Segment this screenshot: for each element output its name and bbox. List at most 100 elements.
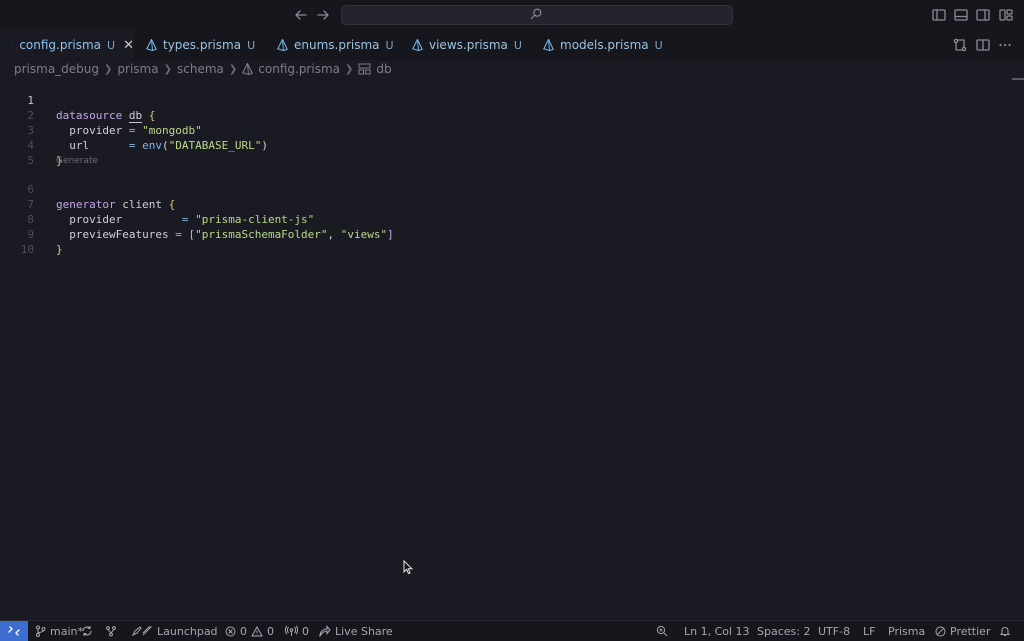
forward-arrow-icon[interactable] [315, 7, 331, 23]
encoding-button[interactable]: UTF-8 [818, 621, 850, 641]
live-share-icon [319, 625, 331, 637]
broadcast-icon [285, 625, 298, 636]
close-icon[interactable]: ✕ [123, 38, 134, 53]
tab-config-prisma[interactable]: config.prisma U ✕ [0, 30, 134, 60]
code-line: 7 provider = "prisma-client-js" [0, 182, 314, 226]
warning-icon [251, 625, 263, 636]
identifier-token: client [122, 198, 162, 211]
breadcrumb-item[interactable]: config.prisma [258, 62, 340, 76]
operator-token: = [181, 213, 189, 226]
comma-token: , [327, 228, 335, 241]
string-token: "prismaSchemaFolder" [195, 228, 328, 241]
open-changes-icon[interactable] [952, 37, 968, 53]
untracked-badge: U [385, 38, 394, 52]
mouse-pointer-icon [403, 560, 413, 575]
status-bar: main* Launchpad 0 0 0 Live Share Ln 1, C… [0, 620, 1024, 641]
tab-models-prisma[interactable]: models.prisma U [543, 30, 663, 60]
chevron-right-icon: ❯ [228, 63, 238, 75]
chevron-right-icon: ❯ [104, 63, 113, 75]
breadcrumb-item[interactable]: schema [177, 62, 224, 76]
git-graph-button[interactable] [105, 621, 117, 641]
code-editor[interactable]: 1 datasource db { 2 provider = "mongodb"… [0, 78, 1024, 618]
breadcrumb-item[interactable]: prisma [117, 62, 158, 76]
bell-icon [999, 627, 1011, 636]
string-token: "views" [340, 228, 388, 241]
tab-label: views.prisma [429, 38, 508, 52]
toggle-panel-icon[interactable] [953, 7, 969, 23]
cursor-position-button[interactable]: Ln 1, Col 13 [684, 621, 750, 641]
tab-label: models.prisma [560, 38, 649, 52]
remote-icon [8, 626, 20, 636]
code-line: 1 datasource db { [0, 78, 155, 123]
title-bar [0, 0, 1024, 30]
more-actions-icon[interactable] [997, 37, 1013, 53]
bracket-token: ] [387, 228, 394, 241]
remote-indicator-button[interactable] [0, 621, 28, 641]
zoom-button[interactable] [656, 621, 668, 641]
field-token: previewFeatures [69, 228, 169, 241]
paren-token: ) [261, 139, 268, 152]
editor-tab-bar: config.prisma U ✕ types.prisma U enums.p… [0, 30, 1024, 60]
line-ending-button[interactable]: LF [863, 621, 875, 641]
git-branch-button[interactable]: main* [35, 621, 83, 641]
language-mode-button[interactable]: Prisma [888, 621, 925, 641]
prisma-file-icon [146, 39, 157, 51]
keyword-token: generator [56, 198, 116, 211]
code-line: 10 [0, 227, 34, 256]
git-branch-icon [36, 625, 46, 637]
untracked-badge: U [247, 38, 256, 52]
untracked-badge: U [513, 38, 522, 52]
breadcrumb-item[interactable]: db [376, 62, 391, 76]
ports-button[interactable]: 0 [285, 621, 309, 641]
code-line: 2 provider = "mongodb" [0, 93, 201, 137]
live-share-button[interactable]: Live Share [319, 621, 393, 641]
code-line: 8 previewFeatures = ["prismaSchemaFolder… [0, 197, 393, 241]
prettier-label: Prettier [950, 624, 991, 638]
live-share-label: Live Share [335, 624, 393, 638]
breadcrumb: prisma_debug ❯ prisma ❯ schema ❯ config.… [14, 61, 392, 77]
operator-token: = [128, 124, 136, 137]
code-line: 4 } [0, 123, 62, 167]
language-label: Prisma [888, 624, 926, 638]
function-token: env [142, 139, 162, 152]
error-icon [225, 626, 236, 636]
code-line: 5 [0, 138, 34, 167]
prettier-status-icon [935, 626, 946, 636]
string-token: "prisma-client-js" [195, 213, 315, 226]
rocket-icon [131, 626, 153, 637]
back-arrow-icon[interactable] [293, 7, 309, 23]
tab-label: types.prisma [163, 38, 242, 52]
git-graph-icon [106, 626, 116, 637]
field-token: provider [69, 124, 123, 137]
operator-token: = [175, 228, 182, 241]
tab-views-prisma[interactable]: views.prisma U [412, 30, 522, 60]
customize-layout-icon[interactable] [998, 7, 1014, 23]
prisma-file-icon [543, 39, 554, 51]
tab-types-prisma[interactable]: types.prisma U [146, 30, 255, 60]
toggle-primary-sidebar-icon[interactable] [931, 7, 947, 23]
breadcrumb-item[interactable]: prisma_debug [14, 62, 99, 76]
problems-button[interactable]: 0 0 [225, 621, 274, 641]
indentation-button[interactable]: Spaces: 2 [757, 621, 810, 641]
command-center-search[interactable] [341, 5, 733, 25]
brace-token: { [168, 198, 176, 211]
launchpad-button[interactable]: Launchpad [131, 621, 218, 641]
datasource-symbol-icon [358, 63, 371, 75]
prettier-button[interactable]: Prettier [935, 621, 990, 641]
launchpad-label: Launchpad [157, 624, 218, 638]
split-editor-icon[interactable] [975, 37, 991, 53]
ports-count: 0 [302, 624, 309, 638]
tab-enums-prisma[interactable]: enums.prisma U [277, 30, 394, 60]
toggle-secondary-sidebar-icon[interactable] [975, 7, 991, 23]
error-count: 0 [240, 624, 247, 638]
sync-button[interactable] [81, 621, 93, 641]
warning-count: 0 [267, 624, 274, 638]
branch-name: main* [50, 624, 83, 638]
untracked-badge: U [107, 38, 116, 52]
chevron-right-icon: ❯ [345, 63, 354, 75]
generate-codelens[interactable]: Generate [56, 156, 98, 166]
code-line: 9 } [0, 212, 62, 256]
prisma-file-icon [242, 63, 254, 75]
notifications-button[interactable] [999, 621, 1011, 641]
prisma-file-icon [12, 44, 14, 46]
